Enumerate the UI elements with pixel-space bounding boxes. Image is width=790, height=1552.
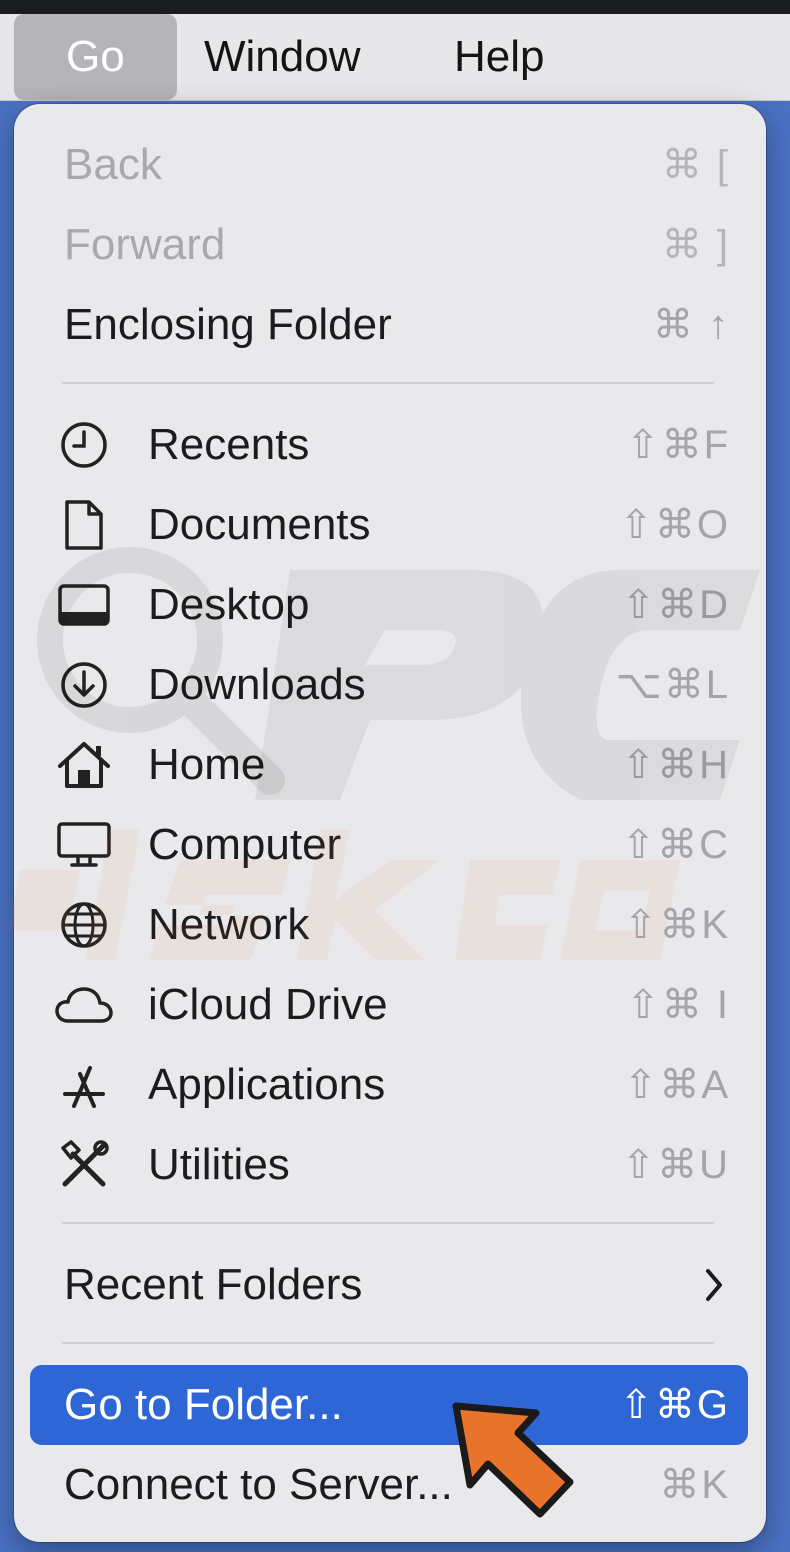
orange-arrow-icon (452, 1402, 574, 1518)
